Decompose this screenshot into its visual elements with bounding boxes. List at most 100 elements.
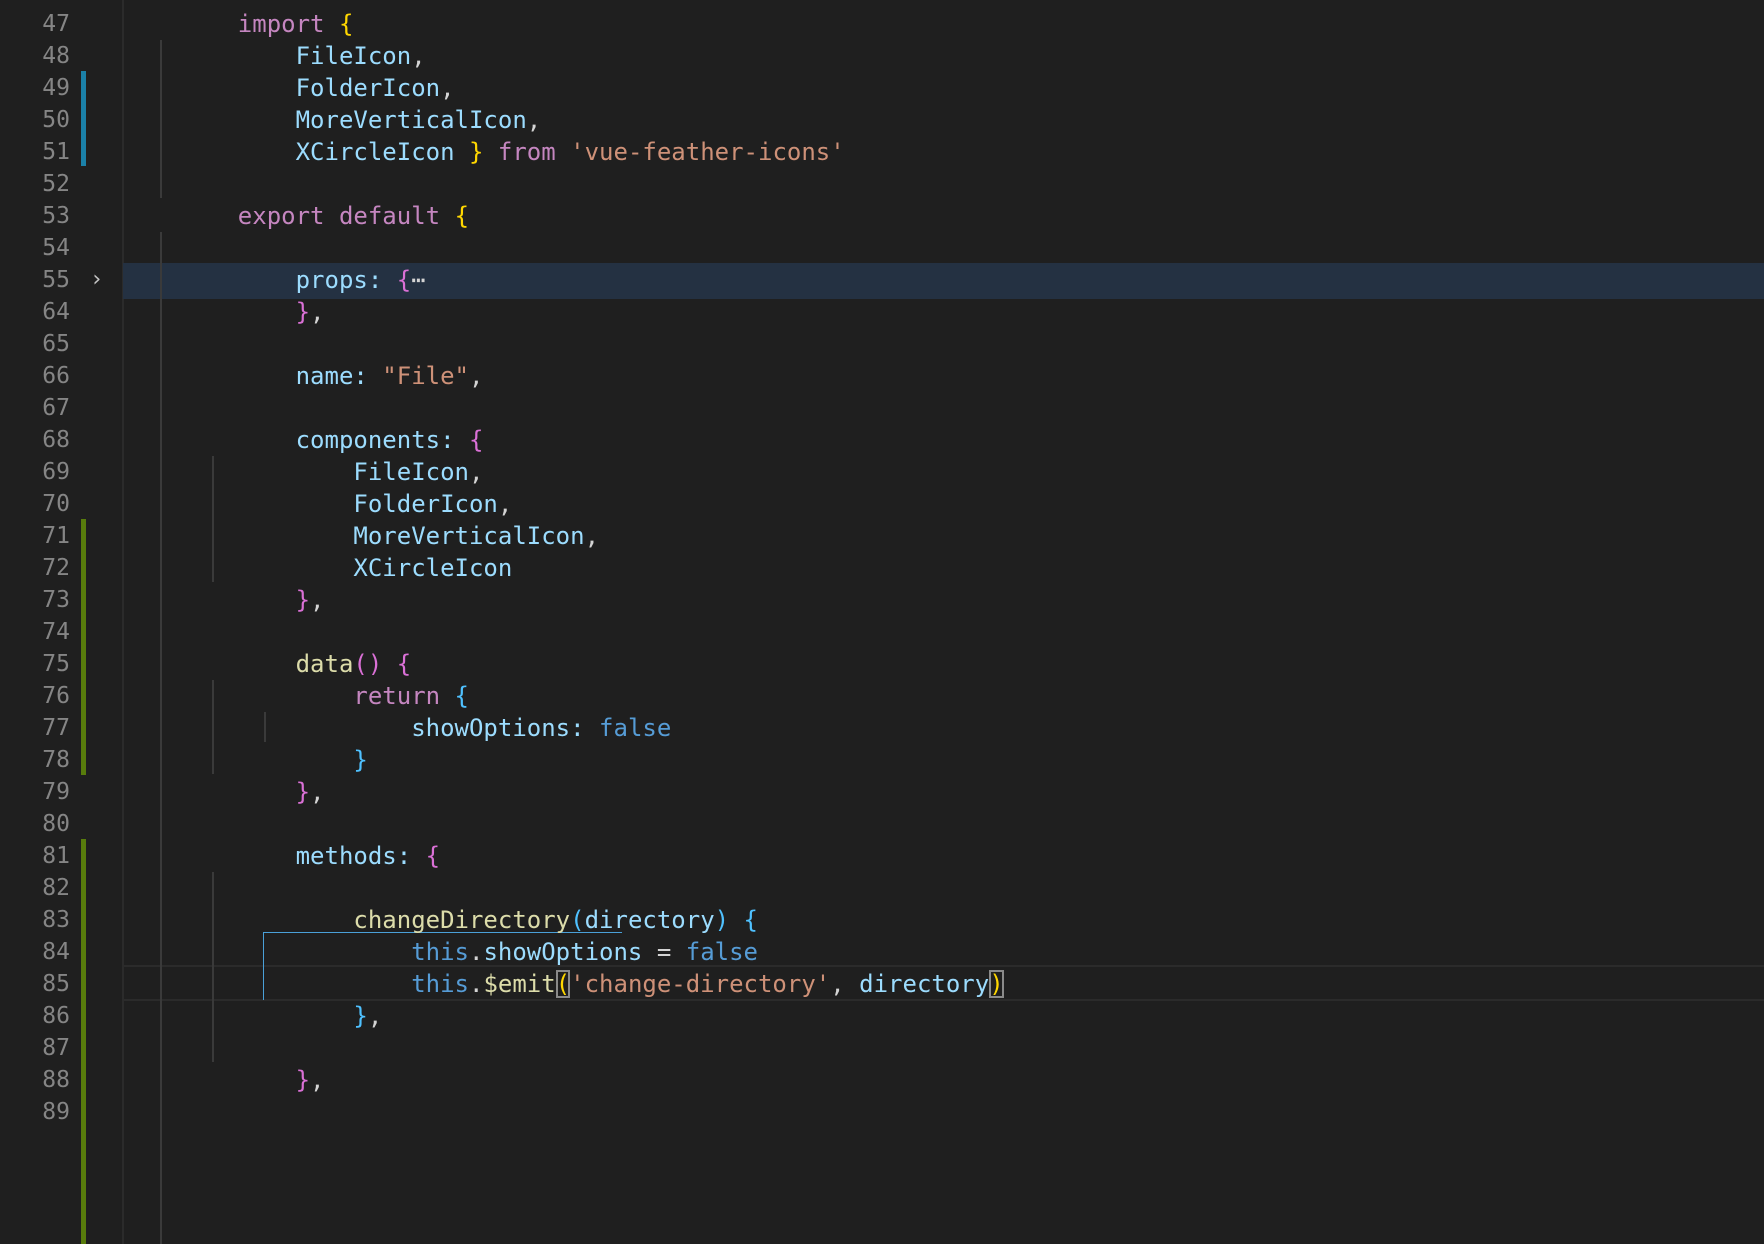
code-text[interactable]: return {	[180, 678, 469, 714]
line-number: 72	[42, 555, 70, 581]
code-line[interactable]: 48 FileIcon,	[0, 38, 1764, 74]
code-line[interactable]: 55 › props: {⋯	[0, 262, 1764, 298]
code-text[interactable]: components: {	[180, 422, 484, 458]
code-token: false	[685, 938, 758, 966]
code-line[interactable]: 73 },	[0, 582, 1764, 618]
code-text[interactable]: this.$emit('change-directory', directory…	[180, 966, 1004, 1002]
code-line[interactable]: 51 XCircleIcon } from 'vue-feather-icons…	[0, 134, 1764, 170]
line-number: 73	[42, 587, 70, 613]
code-token: ,	[830, 970, 860, 998]
code-line[interactable]: 47 import {	[0, 6, 1764, 42]
code-text[interactable]: FolderIcon,	[180, 70, 455, 106]
code-line[interactable]: 64 },	[0, 294, 1764, 330]
code-line[interactable]: 65	[0, 326, 1764, 362]
code-editor[interactable]: 47 import {48 FileIcon, 49 FolderIcon, 50 …	[0, 0, 1764, 1244]
code-line[interactable]: 75 data() {	[0, 646, 1764, 682]
code-line[interactable]: 50 MoreVerticalIcon,	[0, 102, 1764, 138]
code-line[interactable]: 87	[0, 1030, 1764, 1066]
code-line[interactable]: 77 showOptions: false	[0, 710, 1764, 746]
code-line[interactable]: 85 this.$emit('change-directory', direct…	[0, 966, 1764, 1002]
code-token: changeDirectory	[353, 906, 571, 934]
code-token: {	[743, 906, 758, 934]
code-token: XCircleIcon	[295, 138, 455, 166]
line-number: 80	[42, 811, 70, 837]
code-text[interactable]: methods: {	[180, 838, 441, 874]
code-line[interactable]: 69 FileIcon,	[0, 454, 1764, 490]
code-text[interactable]: props: {⋯	[180, 262, 426, 298]
code-text[interactable]: },	[180, 582, 325, 618]
code-line[interactable]: 84 this.showOptions = false	[0, 934, 1764, 970]
code-line[interactable]: 71 MoreVerticalIcon,	[0, 518, 1764, 554]
code-text[interactable]: XCircleIcon } from 'vue-feather-icons'	[180, 134, 845, 170]
line-number: 49	[42, 75, 70, 101]
line-number: 64	[42, 299, 70, 325]
code-token: }	[295, 1066, 311, 1094]
code-text[interactable]: },	[180, 1062, 325, 1098]
line-number: 68	[42, 427, 70, 453]
code-text[interactable]: }	[180, 742, 368, 778]
code-line[interactable]: 82	[0, 870, 1764, 906]
code-line[interactable]: 78 }	[0, 742, 1764, 778]
code-token: ,	[440, 74, 455, 102]
code-text[interactable]: FileIcon,	[180, 38, 426, 74]
line-number: 67	[42, 395, 70, 421]
code-token: }	[353, 746, 368, 774]
code-line[interactable]: 66 name: "File",	[0, 358, 1764, 394]
code-line[interactable]: 76 return {	[0, 678, 1764, 714]
code-line[interactable]: 81 methods: {	[0, 838, 1764, 874]
code-line[interactable]: 83 changeDirectory(directory) {	[0, 902, 1764, 938]
code-text[interactable]: data() {	[180, 646, 412, 682]
code-line[interactable]: 70 FolderIcon,	[0, 486, 1764, 522]
code-text[interactable]: FileIcon,	[180, 454, 483, 490]
code-text[interactable]: },	[180, 774, 325, 810]
code-token: directory	[859, 970, 990, 998]
code-line[interactable]: 68 components: {	[0, 422, 1764, 458]
code-token: :	[353, 362, 383, 390]
code-line[interactable]: 79 },	[0, 774, 1764, 810]
code-line[interactable]: 49 FolderIcon,	[0, 70, 1764, 106]
line-number: 53	[42, 203, 70, 229]
code-line[interactable]: 72 XCircleIcon	[0, 550, 1764, 586]
code-line[interactable]: 88 },	[0, 1062, 1764, 1098]
code-text[interactable]: MoreVerticalIcon,	[180, 518, 599, 554]
code-line[interactable]: 86 },	[0, 998, 1764, 1034]
code-token: "File"	[382, 362, 469, 390]
code-text[interactable]: FolderIcon,	[180, 486, 512, 522]
line-number: 75	[42, 651, 70, 677]
code-line[interactable]: 80	[0, 806, 1764, 842]
code-text[interactable]: },	[180, 998, 382, 1034]
code-line[interactable]: 74	[0, 614, 1764, 650]
fold-chevron-icon[interactable]: ›	[90, 262, 110, 298]
code-token: ,	[468, 458, 484, 486]
code-text[interactable]: export default {	[180, 198, 469, 234]
code-text[interactable]: import {	[180, 6, 354, 42]
code-text[interactable]: MoreVerticalIcon,	[180, 102, 542, 138]
code-text[interactable]: changeDirectory(directory) {	[180, 902, 758, 938]
code-token: {	[396, 266, 412, 294]
code-line[interactable]: 52	[0, 166, 1764, 202]
code-token: MoreVerticalIcon	[295, 106, 527, 134]
code-text[interactable]: name: "File",	[180, 358, 484, 394]
code-line[interactable]: 89	[0, 1094, 1764, 1130]
code-line[interactable]: 54	[0, 230, 1764, 266]
code-text[interactable]: XCircleIcon	[180, 550, 512, 586]
code-text[interactable]: this.showOptions = false	[180, 934, 758, 970]
code-line[interactable]: 53 export default {	[0, 198, 1764, 234]
code-token: {	[338, 10, 354, 38]
code-token: .	[468, 970, 484, 998]
code-line[interactable]: 67	[0, 390, 1764, 426]
code-text[interactable]: showOptions: false	[180, 710, 671, 746]
code-text[interactable]: },	[180, 294, 325, 330]
line-number: 86	[42, 1003, 70, 1029]
code-token: )	[989, 970, 1004, 998]
code-token: FolderIcon	[295, 74, 441, 102]
